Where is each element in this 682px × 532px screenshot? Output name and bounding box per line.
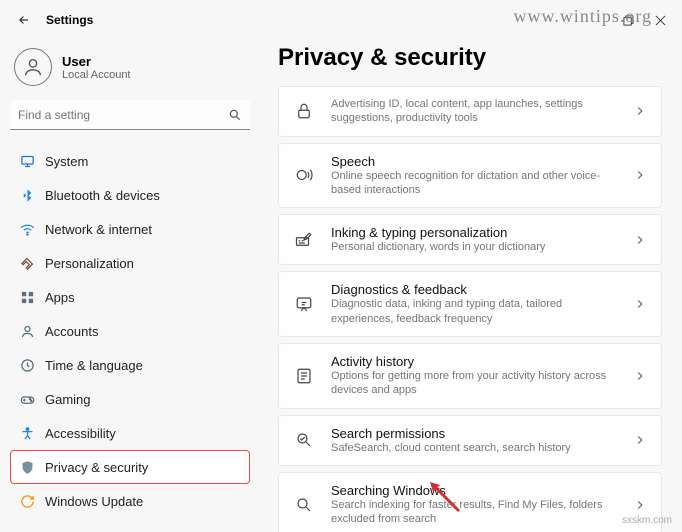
card-title: Searching Windows xyxy=(331,483,625,498)
page-title: Privacy & security xyxy=(278,44,662,72)
chevron-right-icon xyxy=(633,433,647,447)
card-sub: Search indexing for faster results, Find… xyxy=(331,498,625,527)
avatar xyxy=(14,48,52,86)
user-subtitle: Local Account xyxy=(62,69,131,81)
card-searching-windows[interactable]: Searching WindowsSearch indexing for fas… xyxy=(278,472,662,532)
card-title: Diagnostics & feedback xyxy=(331,282,625,297)
sidebar-item-label: System xyxy=(45,154,88,169)
sidebar-item-label: Windows Update xyxy=(45,494,143,509)
watermark-text: www.wintips.org xyxy=(513,6,652,27)
sidebar-item-personalization[interactable]: Personalization xyxy=(10,246,250,280)
chevron-right-icon xyxy=(633,369,647,383)
system-icon xyxy=(19,153,35,169)
back-button[interactable] xyxy=(8,4,40,36)
card-title: Inking & typing personalization xyxy=(331,225,625,240)
card-sub: Diagnostic data, inking and typing data,… xyxy=(331,297,625,326)
accessibility-icon xyxy=(19,425,35,441)
card-title: Speech xyxy=(331,154,625,169)
search-input[interactable] xyxy=(18,108,228,122)
back-arrow-icon xyxy=(17,13,31,27)
chevron-right-icon xyxy=(633,168,647,182)
sidebar-item-network[interactable]: Network & internet xyxy=(10,212,250,246)
user-name: User xyxy=(62,54,131,69)
search-icon xyxy=(293,494,315,516)
update-icon xyxy=(19,493,35,509)
sidebar-item-label: Bluetooth & devices xyxy=(45,188,160,203)
main-content: Privacy & security Advertising ID, local… xyxy=(260,40,682,532)
card-title: Search permissions xyxy=(331,426,625,441)
card-sub: SafeSearch, cloud content search, search… xyxy=(331,441,625,455)
card-title: Activity history xyxy=(331,354,625,369)
speech-icon xyxy=(293,164,315,186)
apps-icon xyxy=(19,289,35,305)
sidebar-item-label: Gaming xyxy=(45,392,91,407)
sidebar-item-label: Accessibility xyxy=(45,426,116,441)
card-sub: Options for getting more from your activ… xyxy=(331,369,625,398)
sidebar-item-label: Personalization xyxy=(45,256,134,271)
sidebar-item-label: Apps xyxy=(45,290,75,305)
lock-icon xyxy=(293,100,315,122)
wifi-icon xyxy=(19,221,35,237)
sidebar-item-time[interactable]: Time & language xyxy=(10,348,250,382)
card-inking[interactable]: Inking & typing personalizationPersonal … xyxy=(278,214,662,265)
gaming-icon xyxy=(19,391,35,407)
clock-icon xyxy=(19,357,35,373)
sidebar-item-label: Time & language xyxy=(45,358,143,373)
search-icon xyxy=(228,108,242,122)
sidebar-item-system[interactable]: System xyxy=(10,144,250,178)
chevron-right-icon xyxy=(633,297,647,311)
card-general[interactable]: Advertising ID, local content, app launc… xyxy=(278,86,662,137)
card-search-permissions[interactable]: Search permissionsSafeSearch, cloud cont… xyxy=(278,415,662,466)
shield-icon xyxy=(19,459,35,475)
sidebar: User Local Account System Bluetooth & de… xyxy=(0,40,260,532)
card-speech[interactable]: SpeechOnline speech recognition for dict… xyxy=(278,143,662,209)
chevron-right-icon xyxy=(633,233,647,247)
sidebar-item-bluetooth[interactable]: Bluetooth & devices xyxy=(10,178,250,212)
feedback-icon xyxy=(293,293,315,315)
sidebar-item-accounts[interactable]: Accounts xyxy=(10,314,250,348)
sidebar-item-label: Privacy & security xyxy=(45,460,148,475)
sidebar-item-update[interactable]: Windows Update xyxy=(10,484,250,518)
sidebar-item-accessibility[interactable]: Accessibility xyxy=(10,416,250,450)
accounts-icon xyxy=(19,323,35,339)
history-icon xyxy=(293,365,315,387)
sidebar-item-privacy[interactable]: Privacy & security xyxy=(10,450,250,484)
bluetooth-icon xyxy=(19,187,35,203)
card-sub: Online speech recognition for dictation … xyxy=(331,169,625,198)
chevron-right-icon xyxy=(633,104,647,118)
search-box[interactable] xyxy=(10,100,250,130)
card-diagnostics[interactable]: Diagnostics & feedbackDiagnostic data, i… xyxy=(278,271,662,337)
footer-watermark: sxskm.com xyxy=(622,515,672,526)
user-icon xyxy=(22,56,44,78)
keyboard-pen-icon xyxy=(293,229,315,251)
paint-icon xyxy=(19,255,35,271)
user-block[interactable]: User Local Account xyxy=(10,40,250,100)
sidebar-item-label: Network & internet xyxy=(45,222,152,237)
card-sub: Personal dictionary, words in your dicti… xyxy=(331,240,625,254)
card-sub: Advertising ID, local content, app launc… xyxy=(331,97,625,126)
close-icon xyxy=(655,15,666,26)
search-check-icon xyxy=(293,429,315,451)
app-title: Settings xyxy=(46,13,93,27)
sidebar-item-apps[interactable]: Apps xyxy=(10,280,250,314)
chevron-right-icon xyxy=(633,498,647,512)
sidebar-item-gaming[interactable]: Gaming xyxy=(10,382,250,416)
sidebar-item-label: Accounts xyxy=(45,324,98,339)
card-activity[interactable]: Activity historyOptions for getting more… xyxy=(278,343,662,409)
